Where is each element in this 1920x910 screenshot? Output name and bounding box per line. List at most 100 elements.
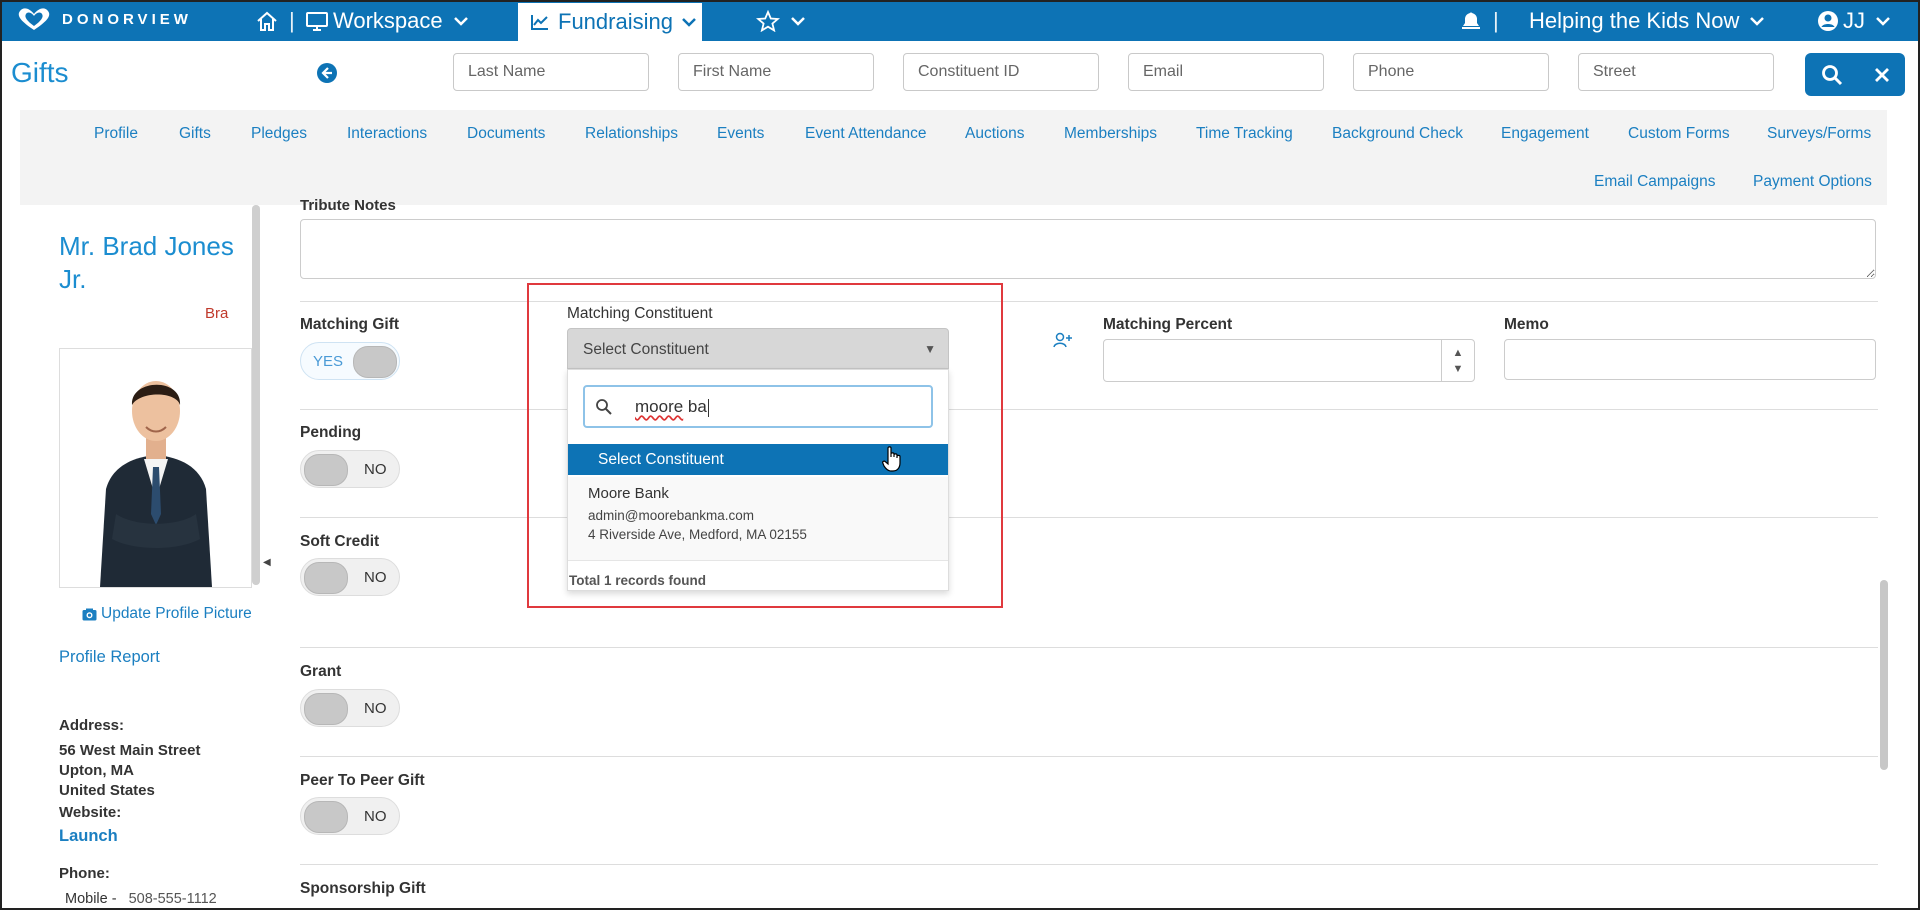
peer-to-peer-toggle[interactable]: NO [300, 797, 400, 835]
logo-icon [18, 8, 50, 30]
left-panel-scrollbar[interactable] [252, 205, 260, 585]
user-initials: JJ [1843, 7, 1865, 33]
caret-down-icon: ▼ [924, 342, 936, 356]
chevron-down-icon [453, 16, 468, 26]
nav-surveys-forms[interactable]: Surveys/Forms [1767, 125, 1871, 143]
toggle-state: NO [364, 808, 387, 825]
separator: | [1493, 7, 1499, 33]
phone-label: Phone: [59, 865, 110, 882]
nav-email-campaigns[interactable]: Email Campaigns [1594, 173, 1715, 191]
sponsorship-gift-label: Sponsorship Gift [300, 880, 426, 897]
nav-gifts[interactable]: Gifts [179, 125, 211, 143]
nav-auctions[interactable]: Auctions [965, 125, 1024, 143]
toggle-state: NO [364, 700, 387, 717]
matching-gift-label: Matching Gift [300, 316, 400, 333]
dropdown-search-input[interactable]: moore ba [583, 385, 933, 428]
email-input[interactable] [1128, 53, 1324, 91]
result-address: 4 Riverside Ave, Medford, MA 02155 [588, 527, 807, 542]
chevron-down-icon [682, 18, 696, 27]
search-icon[interactable] [1821, 64, 1843, 86]
street-input[interactable] [1578, 53, 1774, 91]
toggle-state: NO [364, 569, 387, 586]
logo-text: DONORVIEW [62, 10, 192, 28]
favorites-menu[interactable] [756, 0, 806, 41]
bell-icon [1462, 12, 1480, 29]
nav-background-check[interactable]: Background Check [1332, 125, 1463, 143]
grant-toggle[interactable]: NO [300, 689, 400, 727]
address-line-3: United States [59, 782, 155, 799]
matching-constituent-select[interactable]: Select Constituent ▼ [567, 328, 949, 369]
record-nav: Profile Gifts Pledges Interactions Docum… [20, 110, 1887, 205]
spin-up-icon[interactable]: ▲ [1453, 347, 1464, 359]
peer-to-peer-label: Peer To Peer Gift [300, 772, 425, 789]
user-circle-icon [1818, 10, 1838, 31]
chevron-down-icon [1876, 16, 1890, 26]
nav-events[interactable]: Events [717, 125, 764, 143]
nav-engagement[interactable]: Engagement [1501, 125, 1589, 143]
chevron-down-icon [791, 16, 805, 26]
notifications-button[interactable]: | [1459, 0, 1509, 41]
nav-time-tracking[interactable]: Time Tracking [1196, 125, 1293, 143]
add-user-icon[interactable] [1053, 331, 1073, 349]
tab-fundraising[interactable]: Fundraising [518, 0, 702, 41]
phone-input[interactable] [1353, 53, 1549, 91]
toggle-state: NO [364, 461, 387, 478]
hand-cursor-icon [882, 446, 901, 472]
back-arrow-icon[interactable] [317, 63, 337, 83]
chart-line-icon [531, 15, 548, 30]
tribute-notes-textarea[interactable] [300, 219, 1876, 279]
matching-gift-toggle[interactable]: YES [300, 342, 400, 380]
toggle-knob [304, 454, 348, 486]
soft-credit-toggle[interactable]: NO [300, 558, 400, 596]
select-value: Select Constituent [583, 341, 709, 358]
nav-custom-forms[interactable]: Custom Forms [1628, 125, 1730, 143]
address-line-1: 56 West Main Street [59, 742, 201, 759]
user-menu[interactable]: JJ [1817, 0, 1891, 41]
result-email: admin@moorebankma.com [588, 508, 755, 523]
nav-interactions[interactable]: Interactions [347, 125, 427, 143]
last-name-input[interactable] [453, 53, 649, 91]
website-label: Website: [59, 804, 122, 821]
nav-event-attendance[interactable]: Event Attendance [805, 125, 927, 143]
nav-documents[interactable]: Documents [467, 125, 545, 143]
toggle-knob [304, 562, 348, 594]
grant-label: Grant [300, 663, 342, 680]
website-launch-link[interactable]: Launch [59, 827, 118, 846]
memo-input[interactable] [1504, 339, 1876, 380]
dropdown-search-text: moore ba [635, 397, 709, 417]
pending-label: Pending [300, 424, 362, 441]
constituent-id-input[interactable] [903, 53, 1099, 91]
spin-down-icon[interactable]: ▼ [1453, 363, 1464, 375]
nav-memberships[interactable]: Memberships [1064, 125, 1157, 143]
collapse-panel-icon[interactable]: ◀ [263, 557, 271, 568]
profile-report-link[interactable]: Profile Report [59, 648, 160, 667]
profile-picture [59, 348, 252, 588]
nav-pledges[interactable]: Pledges [251, 125, 307, 143]
memo-label: Memo [1504, 316, 1549, 333]
pending-toggle[interactable]: NO [300, 450, 400, 488]
nav-relationships[interactable]: Relationships [585, 125, 678, 143]
fundraising-label: Fundraising [558, 9, 673, 34]
toggle-knob [304, 801, 348, 833]
logo[interactable]: DONORVIEW [14, 6, 192, 32]
close-icon[interactable] [1874, 67, 1890, 83]
soft-credit-label: Soft Credit [300, 533, 380, 550]
home-nav[interactable]: | [255, 0, 305, 41]
dropdown-option-moore-bank[interactable]: Moore Bank admin@moorebankma.com 4 River… [568, 477, 948, 561]
result-name: Moore Bank [588, 485, 669, 502]
first-name-input[interactable] [678, 53, 874, 91]
page-scrollbar[interactable] [1880, 580, 1888, 770]
toggle-state: YES [313, 353, 344, 370]
workspace-menu[interactable]: Workspace [305, 0, 469, 41]
nav-profile[interactable]: Profile [94, 125, 138, 143]
page-title: Gifts [11, 57, 69, 88]
update-profile-picture-link[interactable]: Update Profile Picture [82, 605, 252, 623]
matching-percent-input[interactable]: ▲ ▼ [1103, 339, 1475, 382]
toggle-knob [304, 693, 348, 725]
divider [300, 756, 1878, 757]
number-spinner[interactable]: ▲ ▼ [1441, 340, 1474, 381]
search-button-group [1805, 53, 1905, 96]
nav-payment-options[interactable]: Payment Options [1753, 173, 1872, 191]
chevron-down-icon [1750, 16, 1765, 26]
organization-menu[interactable]: Helping the Kids Now [1529, 0, 1765, 41]
